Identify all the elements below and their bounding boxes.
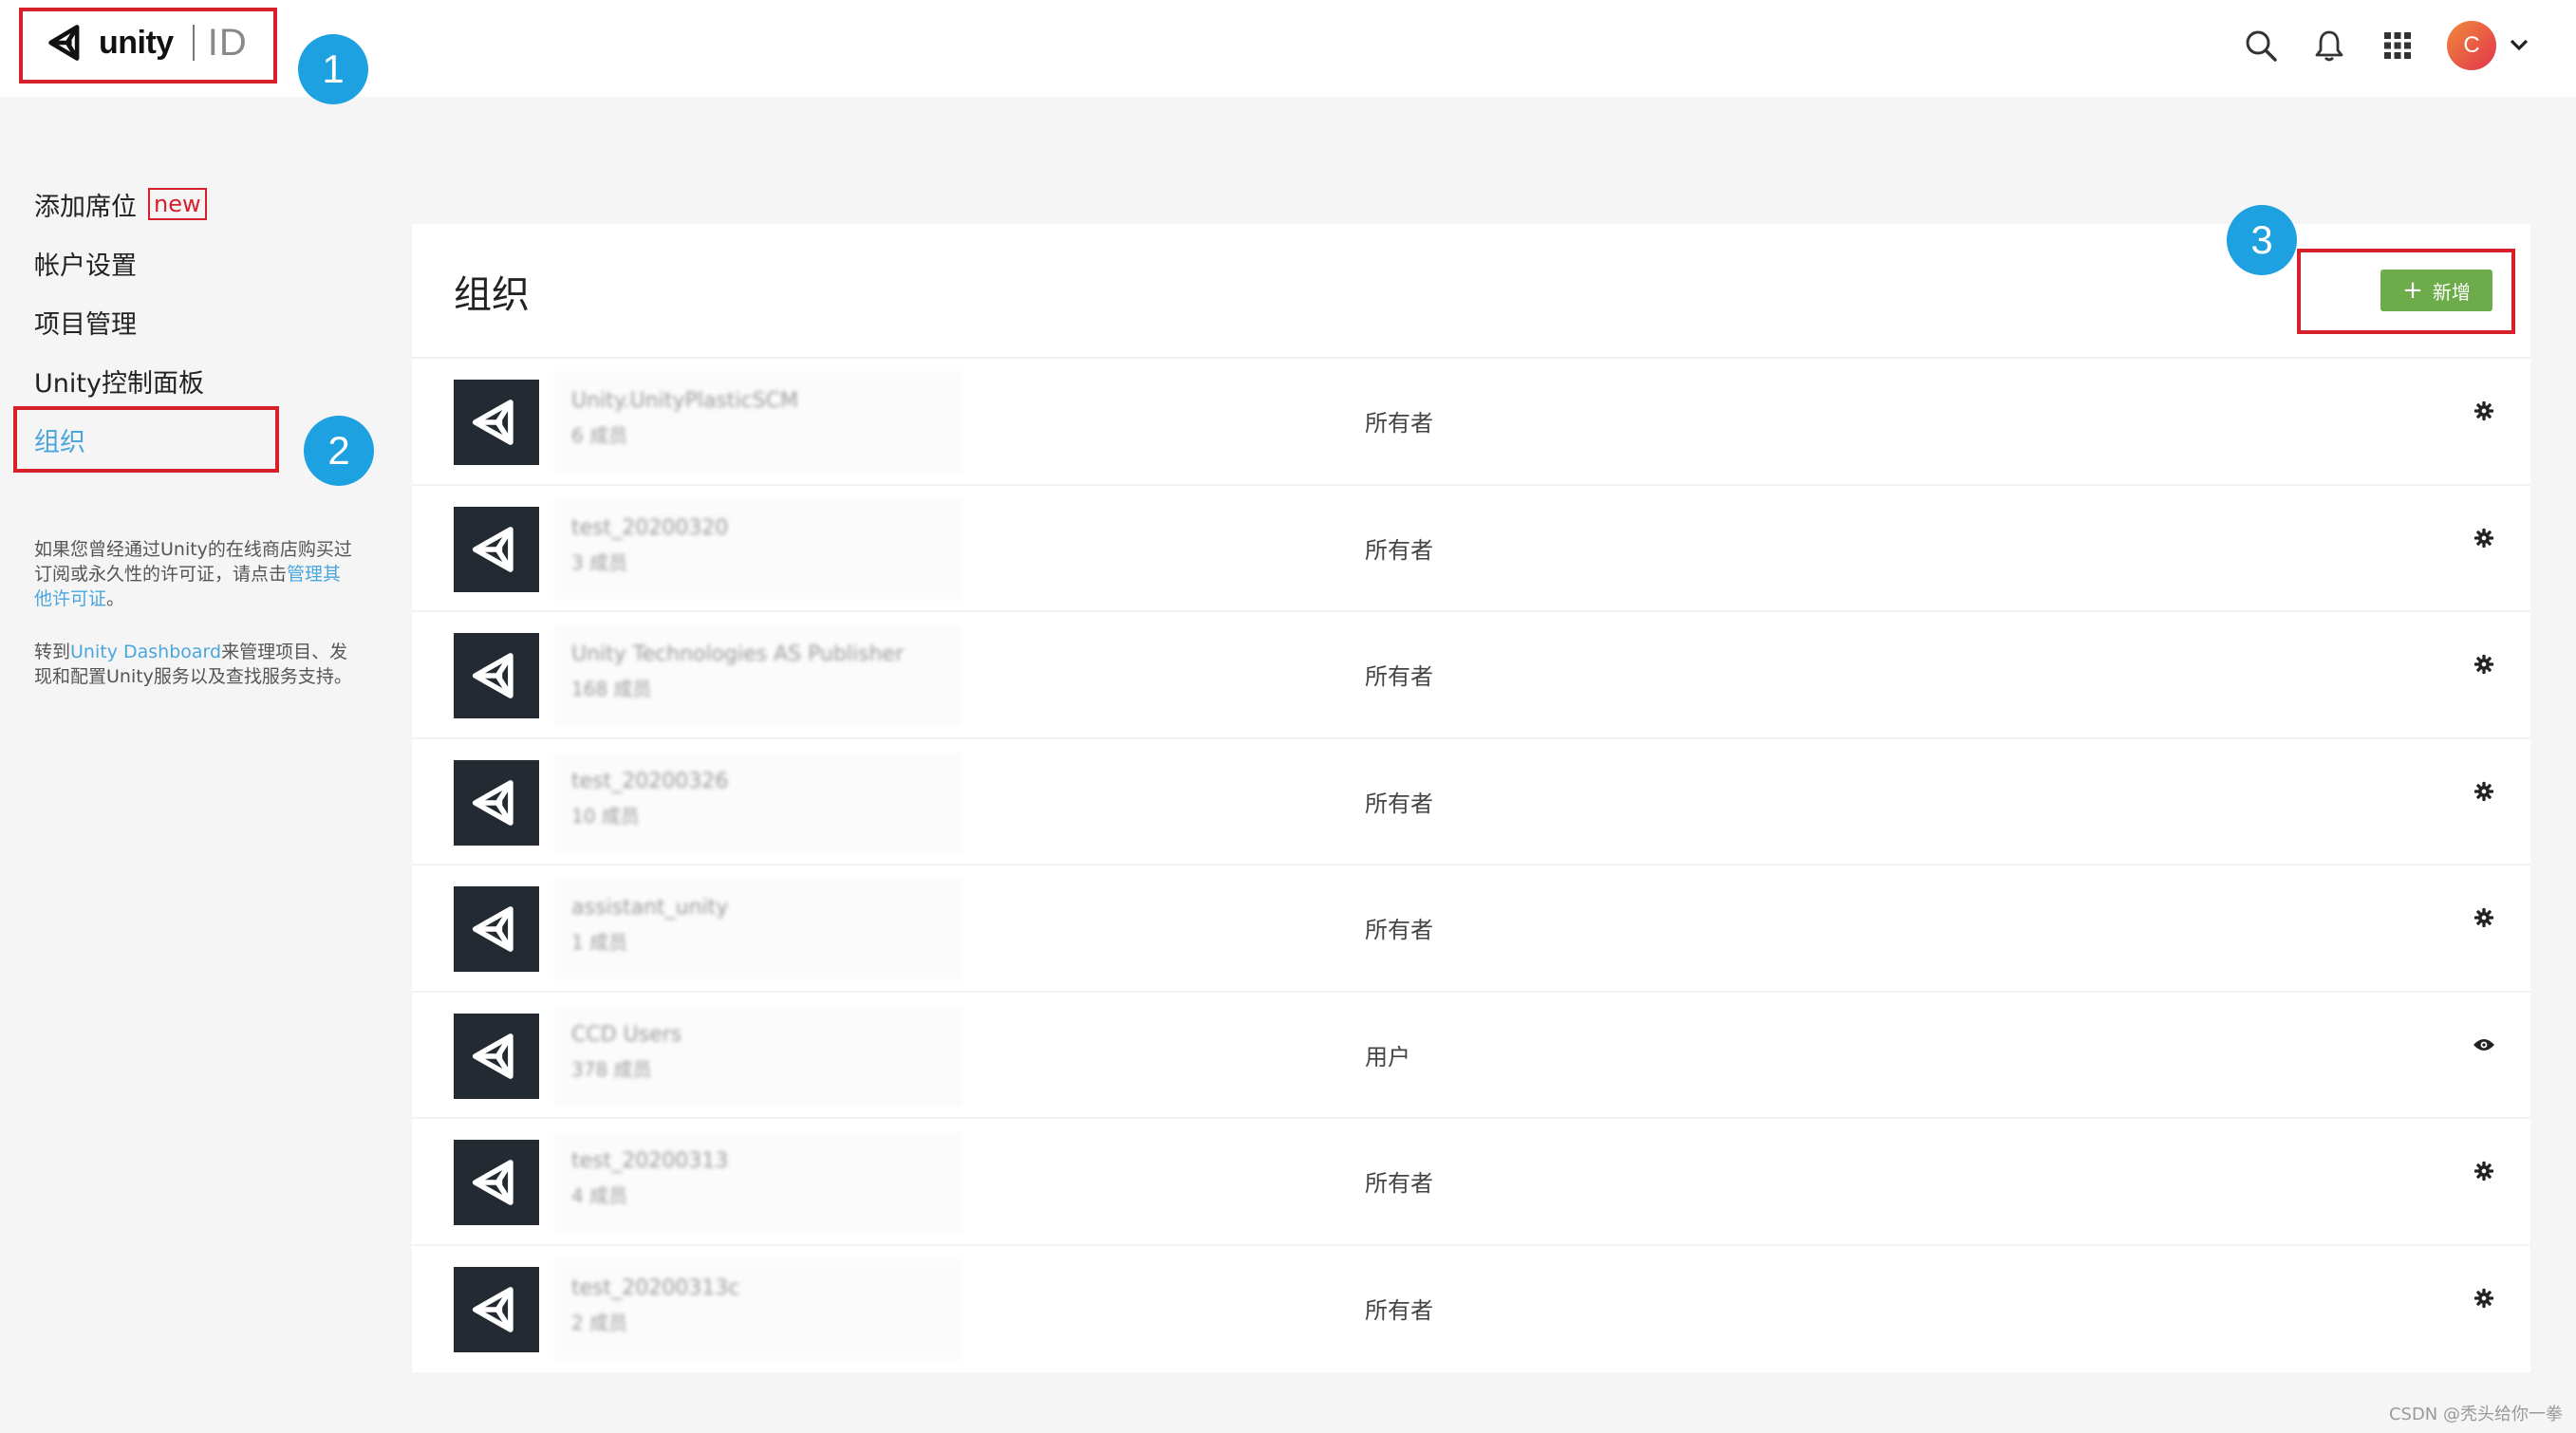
table-row[interactable]: assistant_unity 1 成员 所有者	[412, 865, 2530, 993]
org-role: 所有者	[1365, 663, 1433, 690]
unity-logo-icon	[472, 1286, 513, 1332]
organization-list: Unity.UnityPlasticSCM 6 成员 所有者 test_2020…	[412, 359, 2530, 1372]
org-logo	[454, 633, 539, 718]
page-title: 组织	[454, 273, 530, 317]
org-logo	[454, 759, 539, 846]
unity-logo-icon	[472, 526, 513, 572]
org-member-count: 10 成员	[571, 804, 640, 828]
annotation-box-add-button	[2297, 249, 2515, 334]
annotation-badge-3: 3	[2227, 205, 2297, 275]
org-member-count: 378 成员	[571, 1057, 652, 1081]
bell-icon[interactable]	[2310, 27, 2348, 65]
org-role: 用户	[1365, 1043, 1410, 1070]
org-role: 所有者	[1365, 410, 1433, 437]
org-role: 所有者	[1365, 917, 1433, 943]
org-member-count: 168 成员	[571, 678, 652, 700]
table-row[interactable]: Unity.UnityPlasticSCM 6 成员 所有者	[412, 359, 2530, 486]
org-logo	[454, 380, 539, 465]
unity-logo-icon	[472, 653, 513, 698]
org-info[interactable]: test_20200313 4 成员	[554, 1132, 962, 1233]
gear-icon[interactable]	[2470, 397, 2498, 425]
top-header: unity ID C	[0, 0, 2576, 97]
org-logo	[454, 506, 539, 592]
table-row[interactable]: test_20200326 10 成员 所有者	[412, 739, 2530, 865]
unity-logo-icon	[472, 1033, 513, 1079]
gear-icon[interactable]	[2470, 903, 2498, 932]
org-logo	[454, 1266, 539, 1352]
help-text-dashboard: 转到Unity Dashboard来管理项目、发现和配置Unity服务以及查找服…	[34, 642, 352, 687]
gear-icon[interactable]	[2470, 650, 2498, 679]
sidebar-item-label: Unity控制面板	[34, 368, 204, 399]
org-name: CCD Users	[571, 1022, 682, 1047]
sidebar-item-account-settings[interactable]: 帐户设置	[34, 233, 357, 292]
org-member-count: 6 成员	[571, 424, 628, 447]
org-name: test_20200313c	[571, 1275, 740, 1300]
eye-icon[interactable]	[2470, 1031, 2498, 1059]
table-row[interactable]: test_20200320 3 成员 所有者	[412, 486, 2530, 612]
header-actions: C	[2242, 21, 2529, 70]
org-member-count: 4 成员	[571, 1184, 628, 1207]
table-row[interactable]: CCD Users 378 成员 用户	[412, 993, 2530, 1119]
org-member-count: 2 成员	[571, 1311, 628, 1334]
org-logo	[454, 1140, 539, 1225]
table-row[interactable]: test_20200313c 2 成员 所有者	[412, 1246, 2530, 1373]
unity-dashboard-link[interactable]: Unity Dashboard	[70, 642, 221, 662]
org-member-count: 3 成员	[571, 550, 628, 574]
org-info[interactable]: Unity Technologies AS Publisher 168 成员	[554, 625, 962, 726]
help-text-licenses: 如果您曾经通过Unity的在线商店购买过订阅或永久性的许可证，请点击管理其他许可…	[34, 539, 352, 609]
org-info[interactable]: test_20200313c 2 成员	[554, 1258, 962, 1360]
apps-grid-icon[interactable]	[2379, 27, 2417, 65]
sidebar-item-add-seats[interactable]: 添加席位 new	[34, 175, 357, 233]
table-row[interactable]: Unity Technologies AS Publisher 168 成员 所…	[412, 612, 2530, 739]
org-member-count: 1 成员	[571, 931, 628, 954]
org-name: test_20200320	[571, 515, 729, 540]
gear-icon[interactable]	[2470, 777, 2498, 806]
org-role: 所有者	[1365, 790, 1433, 817]
avatar[interactable]: C	[2447, 21, 2496, 70]
table-row[interactable]: test_20200313 4 成员 所有者	[412, 1119, 2530, 1246]
sidebar-item-project-management[interactable]: 项目管理	[34, 292, 357, 351]
org-logo	[454, 886, 539, 972]
sidebar-item-label: 帐户设置	[34, 251, 137, 281]
user-menu[interactable]: C	[2447, 21, 2529, 70]
org-name: Unity.UnityPlasticSCM	[571, 389, 798, 413]
gear-icon[interactable]	[2470, 1284, 2498, 1312]
org-info[interactable]: CCD Users 378 成员	[554, 1005, 962, 1107]
unity-logo-icon	[472, 1160, 513, 1205]
org-name: test_20200326	[571, 769, 729, 793]
org-name: Unity Technologies AS Publisher	[571, 642, 905, 666]
panel-header: 组织 + 新增	[412, 224, 2530, 359]
unity-logo-icon	[472, 400, 513, 445]
gear-icon[interactable]	[2470, 1157, 2498, 1185]
annotation-badge-1: 1	[298, 34, 368, 104]
gear-icon[interactable]	[2470, 524, 2498, 552]
org-info[interactable]: test_20200320 3 成员	[554, 498, 962, 600]
org-name: assistant_unity	[571, 896, 729, 920]
org-name: test_20200313	[571, 1149, 729, 1173]
annotation-badge-2: 2	[304, 416, 374, 486]
sidebar-item-label: 项目管理	[34, 309, 137, 340]
annotation-box-logo	[19, 8, 277, 84]
sidebar-item-unity-dashboard[interactable]: Unity控制面板	[34, 351, 357, 410]
annotation-box-organizations	[13, 406, 279, 473]
chevron-down-icon[interactable]	[2510, 37, 2529, 55]
unity-logo-icon	[472, 906, 513, 952]
org-info[interactable]: test_20200326 10 成员	[554, 752, 962, 853]
organizations-panel: 组织 + 新增 Unity.UnityPlasticSCM 6 成员 所有者 t…	[412, 224, 2530, 1372]
watermark: CSDN @秃头给你一拳	[2388, 1405, 2563, 1424]
search-icon[interactable]	[2242, 27, 2280, 65]
new-badge: new	[148, 188, 207, 220]
unity-logo-icon	[472, 779, 513, 826]
org-role: 所有者	[1365, 1170, 1433, 1197]
org-info[interactable]: assistant_unity 1 成员	[554, 879, 962, 979]
org-role: 所有者	[1365, 536, 1433, 564]
org-role: 所有者	[1365, 1296, 1433, 1324]
org-info[interactable]: Unity.UnityPlasticSCM 6 成员	[554, 372, 962, 473]
org-logo	[454, 1013, 539, 1099]
sidebar-item-label: 添加席位	[34, 192, 137, 222]
